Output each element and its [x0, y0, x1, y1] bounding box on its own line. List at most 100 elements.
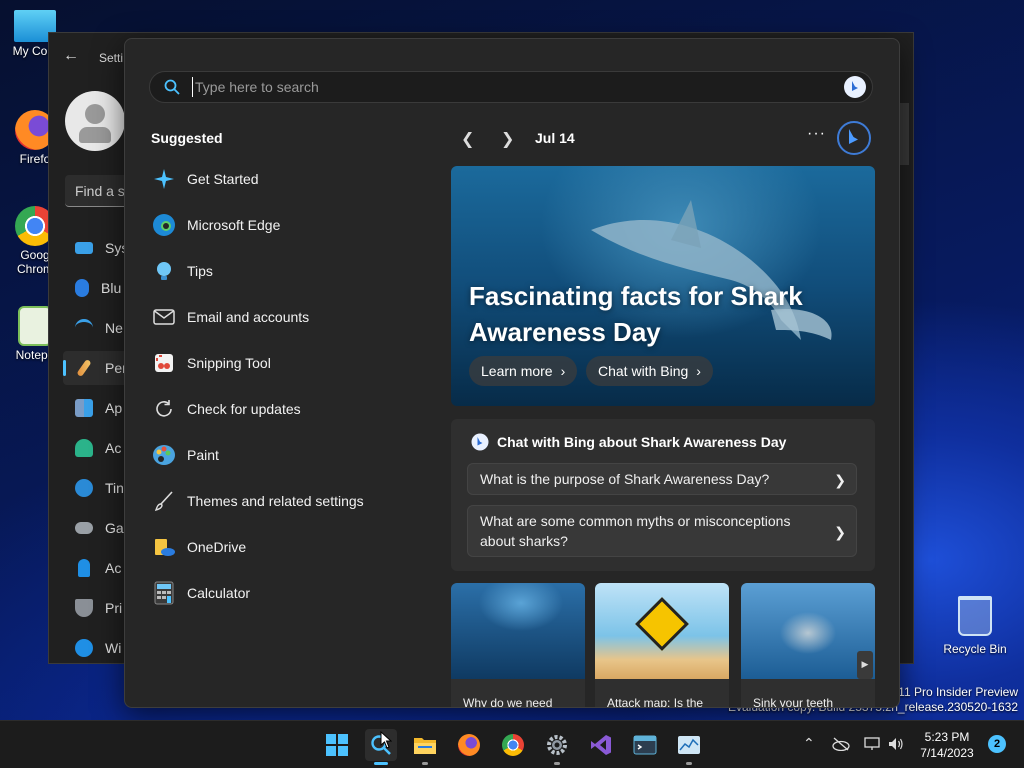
bluetooth-icon: [75, 279, 89, 297]
suggested-item-label: Calculator: [187, 585, 251, 601]
recycle-bin-icon: [958, 596, 992, 636]
suggested-item-label: Tips: [187, 263, 213, 279]
shark-sign-image: [595, 583, 729, 679]
news-tile[interactable]: Attack map: Is the: [595, 583, 729, 708]
start-icon: [326, 734, 348, 756]
tips-icon: [151, 258, 177, 284]
shark-diver-image: [451, 583, 585, 679]
avatar[interactable]: [65, 91, 125, 151]
snipping-tool-icon: [151, 350, 177, 376]
date-label: Jul 14: [535, 130, 575, 146]
suggested-item-check-for-updates[interactable]: Check for updates: [151, 389, 401, 429]
network-icon[interactable]: [864, 737, 880, 751]
system-icon: [75, 242, 93, 254]
suggested-item-label: OneDrive: [187, 539, 247, 555]
personalization-icon: [76, 358, 92, 378]
settings-button[interactable]: [541, 729, 573, 765]
terminal-icon: [633, 735, 657, 755]
system-clock[interactable]: 5:23 PM 7/14/2023: [910, 729, 984, 761]
more-options-icon[interactable]: ···: [807, 125, 826, 143]
notepad-icon: [18, 306, 52, 346]
learn-more-button[interactable]: Learn more ›: [469, 356, 578, 386]
windows-update-icon: [75, 639, 93, 657]
suggested-item-themes[interactable]: Themes and related settings: [151, 481, 401, 521]
suggested-item-get-started[interactable]: Get Started: [151, 159, 401, 199]
suggested-item-microsoft-edge[interactable]: Microsoft Edge: [151, 205, 401, 245]
suggested-item-onedrive[interactable]: OneDrive: [151, 527, 401, 567]
suggested-item-label: Paint: [187, 447, 219, 463]
learn-more-label: Learn more: [481, 363, 553, 379]
chrome-button[interactable]: [497, 729, 529, 761]
mouse-cursor-icon: [380, 731, 392, 749]
accessibility-icon: [78, 559, 90, 577]
chevron-right-icon: ❯: [834, 524, 846, 540]
chevron-right-icon: ›: [560, 363, 566, 379]
settings-nav-label: Ac: [105, 440, 122, 456]
settings-nav-label: Ne: [105, 320, 123, 336]
news-tile[interactable]: Why do we need: [451, 583, 585, 708]
chat-question[interactable]: What are some common myths or misconcept…: [467, 505, 857, 557]
firefox-icon: [458, 734, 480, 756]
clock-time: 5:23 PM: [924, 730, 970, 744]
hero-card[interactable]: Fascinating facts for Shark Awareness Da…: [451, 166, 875, 406]
task-manager-button[interactable]: [673, 729, 705, 765]
chat-with-bing-label: Chat with Bing: [598, 363, 689, 379]
visual-studio-button[interactable]: [585, 729, 617, 761]
suggested-item-calculator[interactable]: Calculator: [151, 573, 401, 613]
suggested-item-label: Email and accounts: [187, 309, 310, 325]
settings-nav-label: Ap: [105, 400, 123, 416]
suggested-item-snipping-tool[interactable]: Snipping Tool: [151, 343, 401, 383]
gaming-icon: [75, 522, 93, 534]
search-input[interactable]: [192, 77, 792, 97]
volume-icon[interactable]: [888, 737, 904, 751]
suggested-item-label: Themes and related settings: [187, 493, 364, 509]
taskbar: ⌃ 5:23 PM 7/14/2023 2: [0, 720, 1024, 768]
clock-date: 7/14/2023: [920, 746, 974, 760]
back-arrow-icon[interactable]: ←: [63, 47, 79, 65]
brush-icon: [151, 488, 177, 514]
mail-icon: [151, 304, 177, 330]
settings-nav-label: Pri: [105, 600, 123, 616]
next-chevron-icon[interactable]: ❯: [501, 129, 514, 149]
tiles-next-chevron-icon[interactable]: ▶: [857, 651, 873, 679]
hero-title: Fascinating facts for Shark Awareness Da…: [469, 281, 803, 347]
calculator-icon: [151, 580, 177, 606]
accounts-icon: [75, 439, 93, 457]
start-button[interactable]: [321, 729, 353, 761]
previous-chevron-icon[interactable]: ❮: [461, 129, 474, 149]
search-box[interactable]: [149, 71, 873, 103]
suggested-item-tips[interactable]: Tips: [151, 251, 401, 291]
chat-question[interactable]: What is the purpose of Shark Awareness D…: [467, 463, 857, 495]
suggested-heading: Suggested: [151, 130, 223, 146]
task-manager-icon: [678, 736, 700, 754]
tile-caption: Why do we need: [463, 696, 553, 708]
time-icon: [75, 479, 93, 497]
suggested-item-email-and-accounts[interactable]: Email and accounts: [151, 297, 401, 337]
chat-question-text: What are some common myths or misconcept…: [480, 513, 791, 549]
news-tile[interactable]: Sink your teeth: [741, 583, 875, 707]
onedrive-icon: [151, 534, 177, 560]
bing-chat-heading-text: Chat with Bing about Shark Awareness Day: [497, 434, 787, 450]
settings-nav-label: Tin: [105, 480, 124, 496]
suggested-item-label: Snipping Tool: [187, 355, 271, 371]
chevron-up-icon[interactable]: ⌃: [803, 735, 815, 752]
apps-icon: [75, 399, 93, 417]
paint-icon: [151, 442, 177, 468]
terminal-button[interactable]: [629, 729, 661, 761]
bing-icon[interactable]: [844, 76, 866, 98]
onedrive-offline-icon[interactable]: [832, 737, 850, 751]
search-flyout: Suggested Get Started Microsoft Edge Tip…: [124, 38, 900, 708]
tile-caption: Attack map: Is the: [607, 696, 704, 708]
chevron-right-icon: ›: [696, 363, 701, 379]
edge-icon: [151, 212, 177, 238]
chrome-icon: [502, 734, 524, 756]
notification-badge[interactable]: 2: [988, 735, 1006, 753]
chat-with-bing-button[interactable]: Chat with Bing ›: [586, 356, 713, 386]
search-icon: [164, 79, 180, 95]
bing-chat-icon[interactable]: [837, 121, 871, 155]
firefox-button[interactable]: [453, 729, 485, 761]
suggested-item-paint[interactable]: Paint: [151, 435, 401, 475]
desktop-icon-recycle-bin[interactable]: Recycle Bin: [940, 596, 1010, 656]
suggested-item-label: Microsoft Edge: [187, 217, 281, 233]
file-explorer-button[interactable]: [409, 729, 441, 765]
